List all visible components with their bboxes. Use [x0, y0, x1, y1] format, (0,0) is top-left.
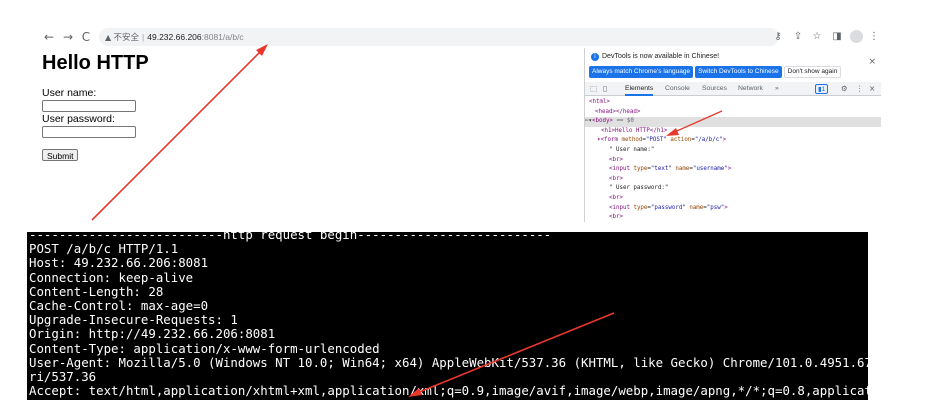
terminal-output: --------------------------http request b… [27, 232, 868, 400]
dom-node[interactable]: <html> [585, 98, 881, 108]
switch-language-button[interactable]: Switch DevTools to Chinese [695, 66, 782, 78]
terminal-line: Origin: http://49.232.66.206:8081 [29, 326, 276, 342]
devtools-notice-text: DevTools is now available in Chinese! [602, 53, 720, 60]
terminal-line: ri/537.36 [29, 369, 97, 385]
url-host: 49.232.66.206 [147, 32, 202, 42]
devtools-panel: i DevTools is now available in Chinese! ×… [584, 48, 881, 223]
tab-console[interactable]: Console [665, 82, 690, 96]
address-separator: | [142, 32, 145, 42]
issues-count: 1 [821, 86, 826, 93]
password-label: User password: [42, 113, 115, 125]
dom-node[interactable]: <h1>Hello HTTP</h1> [585, 127, 881, 137]
warning-triangle-icon[interactable]: ▲ [105, 33, 111, 42]
tab-network[interactable]: Network [738, 82, 763, 96]
forward-icon[interactable]: → [60, 29, 76, 45]
page-content: Hello HTTP User name: User password: Sub… [42, 52, 582, 222]
key-icon[interactable]: ⚷ [771, 30, 785, 44]
match-language-button[interactable]: Always match Chrome's language [589, 66, 694, 78]
dom-node[interactable]: " User password:" [585, 184, 881, 194]
dom-tree: <html> <head></head> ⋯▾<body> == $0 <h1>… [585, 98, 881, 223]
devtools-notice: i DevTools is now available in Chinese! [585, 52, 881, 64]
more-icon[interactable]: ⋮ [867, 30, 881, 44]
devtools-close-icon[interactable]: × [869, 82, 875, 96]
profile-icon[interactable] [850, 30, 863, 43]
browser-toolbar: ← → C ▲ 不安全 | 49.232.66.206:8081/a/b/c ⚷ ⇪… [37, 26, 880, 48]
issues-badge[interactable]: ▮1 [815, 84, 829, 94]
back-icon[interactable]: ← [41, 29, 57, 45]
username-label: User name: [42, 87, 97, 99]
terminal-line: User-Agent: Mozilla/5.0 (Windows NT 10.0… [29, 354, 868, 370]
username-input[interactable] [42, 100, 136, 112]
info-icon: i [591, 53, 599, 61]
address-bar[interactable]: ▲ 不安全 | 49.232.66.206:8081/a/b/c [99, 28, 779, 46]
terminal-line: POST /a/b/c HTTP/1.1 [29, 241, 179, 257]
terminal-line: Accept: text/html,application/xhtml+xml,… [29, 383, 868, 399]
page-heading: Hello HTTP [42, 52, 149, 74]
terminal-line: Cache-Control: max-age=0 [29, 298, 209, 314]
terminal-line: Host: 49.232.66.206:8081 [29, 255, 209, 271]
dont-show-again-button[interactable]: Don't show again [783, 66, 842, 78]
dom-node[interactable]: <input type="password" name="psw"> [585, 204, 881, 214]
more-tabs-icon[interactable]: » [775, 82, 779, 96]
dom-node[interactable]: " User name:" [585, 146, 881, 156]
inspect-icon[interactable]: ⬚ [590, 82, 597, 96]
terminal-line: Connection: keep-alive [29, 269, 194, 285]
dom-node-selected[interactable]: ⋯▾<body> == $0 [585, 117, 881, 127]
reload-icon[interactable]: C [78, 29, 94, 45]
dom-node[interactable]: ▾<form method="POST" action="/a/b/c"> [585, 136, 881, 146]
tab-sources[interactable]: Sources [702, 82, 727, 96]
star-icon[interactable]: ☆ [810, 30, 824, 44]
devtools-tabbar: ⬚ ▯ Elements Console Sources Network » ▮… [585, 82, 881, 96]
settings-icon[interactable]: ⚙ [841, 82, 848, 96]
dom-node[interactable]: <br> [585, 156, 881, 166]
dom-node[interactable]: <br> [585, 194, 881, 204]
dom-node[interactable]: <br> [585, 213, 881, 223]
close-icon[interactable]: × [868, 57, 876, 67]
dom-node[interactable]: <input type="text" name="username"> [585, 165, 881, 175]
devtools-menu-icon[interactable]: ⋮ [856, 82, 864, 96]
devtools-language-buttons: Always match Chrome's language Switch Dev… [589, 66, 843, 78]
share-icon[interactable]: ⇪ [791, 30, 805, 44]
dom-node[interactable]: <br> [585, 175, 881, 185]
url-path: :8081/a/b/c [201, 32, 244, 42]
terminal-line: Content-Type: application/x-www-form-url… [29, 340, 380, 356]
terminal-line: Upgrade-Insecure-Requests: 1 [29, 312, 238, 328]
password-input[interactable] [42, 126, 136, 138]
insecure-label[interactable]: 不安全 [114, 32, 140, 42]
side-panel-icon[interactable]: ◨ [830, 30, 844, 44]
submit-button[interactable]: Submit [42, 149, 79, 161]
terminal-line: Content-Length: 28 [29, 283, 164, 299]
browser-window: ← → C ▲ 不安全 | 49.232.66.206:8081/a/b/c ⚷ ⇪… [37, 26, 881, 223]
dom-node[interactable]: <head></head> [585, 108, 881, 118]
tab-elements[interactable]: Elements [625, 82, 654, 96]
device-toolbar-icon[interactable]: ▯ [603, 82, 607, 96]
